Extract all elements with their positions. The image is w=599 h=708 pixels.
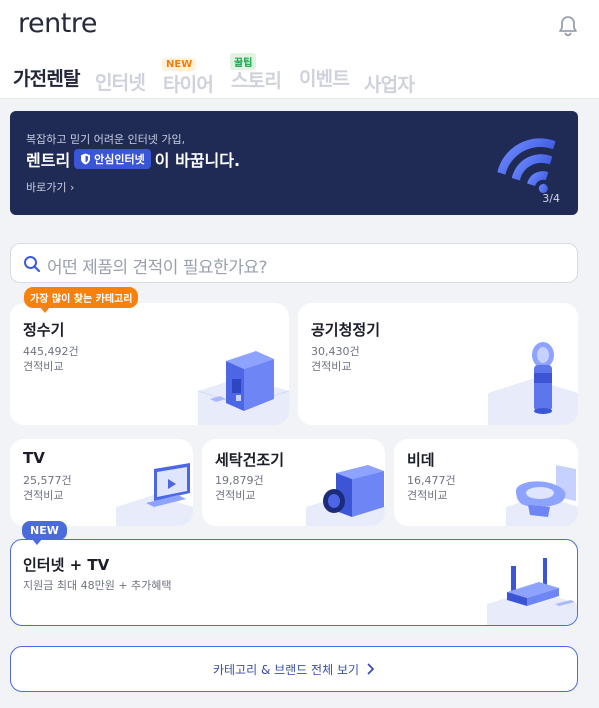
card-compare: 견적비교 (23, 360, 64, 373)
card-title: 비데 (407, 451, 435, 469)
shield-icon (81, 153, 91, 165)
washer-illustration (306, 465, 385, 526)
water-purifier-illustration (197, 351, 289, 425)
all-categories-label: 카테고리 & 브랜드 전체 보기 (212, 662, 360, 677)
bidet-illustration (506, 465, 578, 526)
card-count: 30,430건 (311, 345, 360, 358)
card-compare: 견적비교 (407, 489, 448, 502)
category-card-bidet[interactable]: 비데 16,477건 견적비교 (394, 439, 578, 526)
promo-banner[interactable]: 복잡하고 믿기 어려운 인터넷 가입, 렌트리 안심인터넷 이 바꿉니다. 바로… (10, 111, 578, 215)
card-count: 16,477건 (407, 474, 456, 487)
bundle-description: 지원금 최대 48만원 + 추가혜택 (23, 579, 172, 592)
card-title: 세탁건조기 (215, 451, 285, 469)
banner-title-suffix: 이 바꿉니다. (154, 151, 241, 170)
bell-icon[interactable] (556, 14, 580, 38)
nav-tab-event[interactable]: 이벤트 (299, 64, 350, 91)
banner-link[interactable]: 바로가기 › (26, 179, 74, 195)
tv-illustration (116, 463, 193, 526)
card-count: 19,879건 (215, 474, 264, 487)
card-count: 445,492건 (23, 345, 79, 358)
nav-tab-appliance-rental[interactable]: 가전렌탈 (13, 64, 81, 91)
pill-label: 안심인터넷 (94, 153, 145, 166)
card-compare: 견적비교 (215, 489, 256, 502)
wifi-icon (497, 138, 556, 193)
safe-internet-pill: 안심인터넷 (74, 149, 151, 169)
search-bar[interactable]: 어떤 제품의 견적이 필요한가요? (10, 243, 578, 283)
popular-category-badge: 가장 많이 찾는 카테고리 (24, 287, 139, 313)
all-categories-button[interactable]: 카테고리 & 브랜드 전체 보기 (10, 646, 578, 692)
search-placeholder: 어떤 제품의 견적이 필요한가요? (47, 258, 268, 278)
banner-subtitle: 복잡하고 믿기 어려운 인터넷 가입, (26, 133, 186, 146)
nav-tab-story[interactable]: 스토리 (231, 66, 282, 93)
banner-link-label: 바로가기 (26, 181, 67, 194)
card-compare: 견적비교 (23, 489, 64, 502)
top-nav: 가전렌탈 인터넷 NEW 타이어 꿀팁 스토리 이벤트 사업자 (0, 50, 599, 98)
card-title: 공기청정기 (311, 321, 381, 339)
new-badge: NEW (22, 521, 67, 545)
banner-pager: 3/4 (542, 192, 560, 205)
rentre-logo[interactable]: rentre (18, 8, 97, 39)
app-header: rentre 가전렌탈 인터넷 NEW 타이어 꿀팁 스토리 이벤트 사업자 (0, 0, 599, 99)
bundle-card-internet-tv[interactable]: 인터넷 + TV 지원금 최대 48만원 + 추가혜택 (10, 539, 578, 626)
chevron-right-icon (367, 663, 374, 675)
nav-tab-internet[interactable]: 인터넷 (95, 68, 146, 95)
search-icon (24, 256, 41, 273)
nav-tab-business[interactable]: 사업자 (364, 70, 415, 97)
card-count: 25,577건 (23, 474, 72, 487)
category-card-water-purifier[interactable]: 정수기 445,492건 견적비교 (10, 303, 289, 425)
category-card-air-purifier[interactable]: 공기청정기 30,430건 견적비교 (298, 303, 578, 425)
banner-title-prefix: 렌트리 (26, 151, 71, 170)
router-illustration (487, 558, 577, 625)
card-title: 정수기 (23, 321, 65, 339)
air-purifier-illustration (488, 342, 578, 425)
card-title: TV (23, 449, 45, 467)
banner-title: 렌트리 안심인터넷 이 바꿉니다. (26, 147, 240, 171)
card-compare: 견적비교 (311, 360, 352, 373)
category-card-tv[interactable]: TV 25,577건 견적비교 (10, 439, 193, 526)
bundle-title: 인터넷 + TV (23, 556, 110, 574)
chevron-right-icon: › (69, 181, 75, 194)
nav-tab-tire[interactable]: 타이어 (163, 70, 214, 97)
category-card-washer-dryer[interactable]: 세탁건조기 19,879건 견적비교 (202, 439, 385, 526)
